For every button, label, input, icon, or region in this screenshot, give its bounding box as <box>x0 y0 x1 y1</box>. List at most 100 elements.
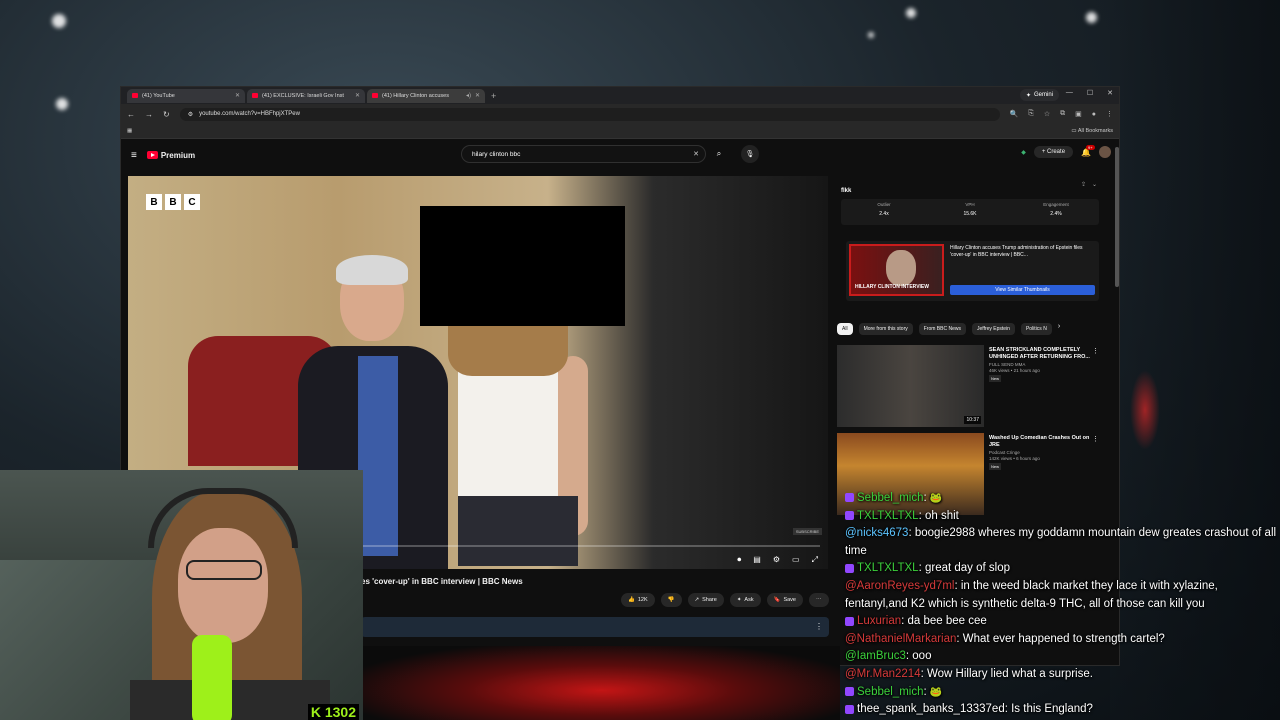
chip-politics[interactable]: Politics N <box>1020 323 1052 335</box>
chat-username: @AaronReyes-yd7ml <box>845 579 955 592</box>
subtitles-icon[interactable]: ▤ <box>753 555 761 565</box>
sidebar-icon[interactable]: ▣ <box>1075 110 1082 118</box>
chat-username: TXLTXLTXL <box>857 562 919 575</box>
bookmark-star-icon[interactable]: ☆ <box>1044 110 1050 118</box>
chat-message: TXLTXLTXL: oh shit <box>845 508 1280 526</box>
close-window-icon[interactable]: ✕ <box>1107 89 1113 97</box>
autoplay-toggle-icon[interactable]: ⏺ <box>737 555 741 565</box>
ask-button[interactable]: ✦ Ask <box>729 593 761 607</box>
chat-text: ooo <box>912 650 932 663</box>
description-box[interactable]: ⋮ <box>361 617 829 637</box>
bottom-graphic <box>363 646 840 720</box>
minimize-icon[interactable]: — <box>1066 89 1073 97</box>
profile-icon[interactable]: ● <box>1092 111 1096 118</box>
avatar[interactable] <box>1099 146 1111 158</box>
create-button[interactable]: + Create <box>1033 146 1074 158</box>
page-scrollbar[interactable] <box>1115 147 1119 287</box>
more-dots-icon[interactable]: ⋮ <box>1092 435 1099 443</box>
speaker-icon[interactable]: ◂) <box>466 92 471 99</box>
save-button[interactable]: 🔖 Save <box>766 593 803 607</box>
new-badge: New <box>989 462 1002 471</box>
share-page-icon[interactable]: ⎘ <box>1028 110 1034 118</box>
youtube-logo[interactable]: Premium <box>146 151 195 160</box>
more-actions-button[interactable]: ⋯ <box>809 593 829 607</box>
viewer-counter: K 1302 <box>307 704 359 720</box>
chip-bbc-news[interactable]: From BBC News <box>918 323 966 335</box>
subscribe-watermark[interactable]: SUBSCRIBE <box>792 528 822 535</box>
header-actions: ◆ + Create 🔔 9+ <box>1021 144 1111 158</box>
search-button[interactable]: ⌕ <box>708 145 730 163</box>
metric-vph: VPH 15.6K <box>963 202 977 217</box>
window-controls: — ☐ ✕ <box>1066 89 1113 97</box>
extension-logo: flkk <box>841 188 852 194</box>
chip-all[interactable]: All <box>837 323 853 335</box>
chat-message: @Mr.Man2214: Wow Hillary lied what a sur… <box>845 667 1093 680</box>
thumbs-up-icon: 👍 <box>628 597 635 603</box>
recommendation-thumbnail[interactable]: 10:37 <box>837 345 984 427</box>
youtube-favicon-icon <box>132 93 138 98</box>
fullscreen-icon[interactable]: ⤢ <box>812 555 818 565</box>
clear-search-icon[interactable]: ✕ <box>693 150 699 158</box>
recommendation-info: SEAN STRICKLAND COMPLETELY UNHINGED AFTE… <box>989 347 1093 383</box>
extensions-icon[interactable]: ⧉ <box>1060 110 1065 118</box>
share-button[interactable]: ↗ Share <box>687 593 724 607</box>
video-title: es 'cover-up' in BBC interview | BBC New… <box>361 577 523 586</box>
chat-username: @IamBruc3 <box>845 650 906 663</box>
back-icon[interactable]: ← <box>127 110 135 119</box>
all-bookmarks-link[interactable]: ▭ All Bookmarks <box>1071 128 1113 134</box>
tab-youtube[interactable]: (41) YouTube ✕ <box>127 88 245 103</box>
tab-israeli-gov[interactable]: (41) EXCLUSIVE: Israeli Gov Inst ✕ <box>247 88 365 103</box>
chat-text: Is this England? <box>1011 703 1093 716</box>
chat-message: @NathanielMarkarian: What ever happened … <box>845 632 1165 645</box>
close-icon[interactable]: ✕ <box>475 92 480 99</box>
bokeh-light <box>906 8 916 18</box>
chat-username: Sebbel_mich <box>857 685 924 698</box>
extension-panel: flkk ⇪ ⌄ Outlier 2.4x VPH 15.6K Engagement… <box>841 179 1099 304</box>
tab-hillary-clinton[interactable]: (41) Hillary Clinton accuses ◂) ✕ <box>367 88 485 103</box>
forward-icon[interactable]: → <box>145 110 153 119</box>
gemini-icon: ✦ <box>1025 92 1031 99</box>
chat-username: Sebbel_mich <box>857 492 924 504</box>
tab-title: (41) YouTube <box>142 92 175 99</box>
webcam-overlay: K 1302 <box>0 470 363 720</box>
dislike-button[interactable]: 👎 <box>660 593 682 607</box>
like-button[interactable]: 👍 12K <box>621 593 655 607</box>
menu-dots-icon[interactable]: ⋮ <box>1106 110 1113 118</box>
bookmarks-bar: ▦ ▭ All Bookmarks <box>121 124 1119 139</box>
new-tab-button[interactable]: + <box>487 91 500 101</box>
chip-jeffrey-epstein[interactable]: Jeffrey Epstein <box>971 323 1015 335</box>
chat-username: Luxurian <box>857 615 902 628</box>
zoom-icon[interactable]: 🔍 <box>1010 110 1019 118</box>
thumbnail-image[interactable]: HILLARY CLINTON INTERVIEW <box>849 244 944 296</box>
url-text: youtube.com/watch?v=HBFhpjXTPew <box>199 111 300 117</box>
settings-gear-icon[interactable]: ⚙ <box>773 555 780 565</box>
url-field[interactable]: ⚙ youtube.com/watch?v=HBFhpjXTPew <box>179 107 1000 121</box>
chat-badge-icon <box>845 687 854 696</box>
theater-mode-icon[interactable]: ▭ <box>792 555 800 565</box>
more-dots-icon[interactable]: ⋮ <box>1092 347 1099 355</box>
tab-bar: (41) YouTube ✕ (41) EXCLUSIVE: Israeli G… <box>121 87 1119 104</box>
site-info-icon[interactable]: ⚙ <box>188 111 193 118</box>
search-icon: ⌕ <box>716 149 722 158</box>
search-input[interactable]: hilary clinton bbc ✕ <box>461 145 706 163</box>
more-dots-icon[interactable]: ⋮ <box>815 622 823 631</box>
chevron-right-icon[interactable]: › <box>1058 323 1060 335</box>
recommendation-item[interactable]: 10:37 SEAN STRICKLAND COMPLETELY UNHINGE… <box>837 345 1099 427</box>
maximize-icon[interactable]: ☐ <box>1087 89 1093 97</box>
view-similar-thumbnails-button[interactable]: View Similar Thumbnails <box>950 285 1095 295</box>
apps-icon[interactable]: ▦ <box>127 128 132 134</box>
export-icon[interactable]: ⇪ <box>1081 181 1086 188</box>
reload-icon[interactable]: ↻ <box>163 110 170 119</box>
voice-search-button[interactable]: 🎙 <box>741 145 759 163</box>
close-icon[interactable]: ✕ <box>355 92 360 99</box>
extension-icon[interactable]: ◆ <box>1021 149 1026 156</box>
microphone-icon: 🎙 <box>745 151 755 158</box>
chip-more-from-story[interactable]: More from this story <box>858 323 913 335</box>
hamburger-menu-icon[interactable]: ≡ <box>131 150 137 161</box>
chat-username: thee_spank_banks_13337ed <box>857 703 1005 716</box>
youtube-play-icon <box>146 151 158 159</box>
gemini-button[interactable]: ✦ Gemini <box>1019 89 1059 101</box>
close-icon[interactable]: ✕ <box>235 92 240 99</box>
notifications-bell-icon[interactable]: 🔔 9+ <box>1081 144 1095 157</box>
chevron-down-icon[interactable]: ⌄ <box>1092 181 1097 188</box>
